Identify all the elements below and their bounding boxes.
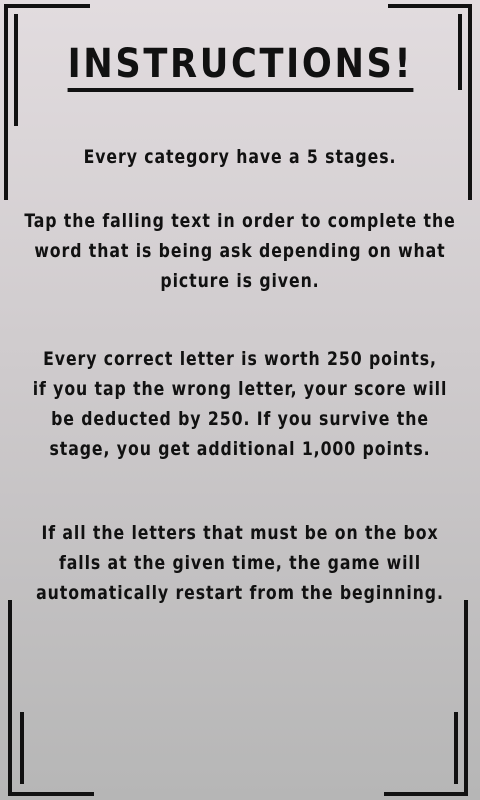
instruction-line: Tap the falling text in order to complet… <box>24 210 456 232</box>
frame-bottom-left-inner-vertical <box>20 712 24 784</box>
instruction-paragraph-stages: Every category have a 5 stages. <box>0 142 480 172</box>
instructions-title-text: INSTRUCTIONS! <box>67 40 413 92</box>
instruction-paragraph-restart: If all the letters that must be on the b… <box>0 518 480 608</box>
frame-bottom-right-outer-vertical <box>464 600 468 796</box>
instruction-line: automatically restart from the beginning… <box>36 582 444 604</box>
instruction-line: Every correct letter is worth 250 points… <box>43 348 437 370</box>
frame-bottom-right-inner-vertical <box>454 712 458 784</box>
instruction-line: Every category have a 5 stages. <box>83 146 397 168</box>
instruction-line: falls at the given time, the game will <box>58 552 422 574</box>
instruction-paragraph-tap: Tap the falling text in order to complet… <box>0 206 480 296</box>
frame-top-right-horizontal <box>388 4 472 8</box>
frame-bottom-left-horizontal <box>8 792 94 796</box>
instruction-paragraph-scoring: Every correct letter is worth 250 points… <box>0 344 480 464</box>
instruction-line: if you tap the wrong letter, your score … <box>32 378 448 400</box>
frame-bottom-left-outer-vertical <box>8 600 12 796</box>
instructions-title: INSTRUCTIONS! <box>0 40 480 92</box>
instruction-line: stage, you get additional 1,000 points. <box>49 438 431 460</box>
frame-top-left-horizontal <box>4 4 90 8</box>
frame-bottom-right-horizontal <box>384 792 468 796</box>
instruction-line: If all the letters that must be on the b… <box>41 522 439 544</box>
instruction-line: word that is being ask depending on what <box>34 240 446 262</box>
instruction-line: be deducted by 250. If you survive the <box>51 408 429 430</box>
instruction-line: picture is given. <box>160 270 320 292</box>
